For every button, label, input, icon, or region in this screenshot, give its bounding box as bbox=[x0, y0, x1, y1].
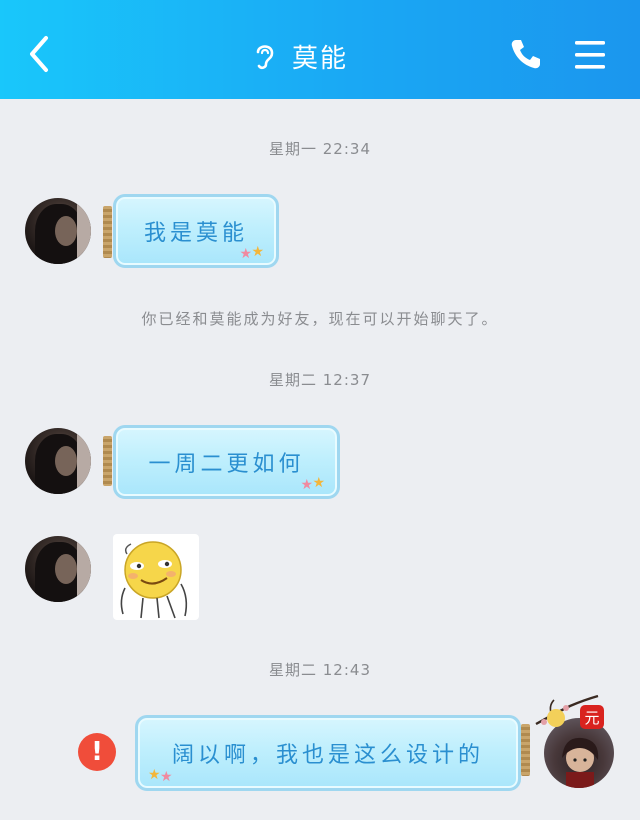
timestamp: 星期一 22:34 bbox=[269, 140, 371, 158]
message-text: 阔以啊，我也是这么设计的 bbox=[171, 743, 484, 768]
message-bubble-self[interactable]: 阔以啊，我也是这么设计的 ★ ★ bbox=[135, 715, 521, 791]
message-text: 一周二更如何 bbox=[148, 452, 305, 477]
star-icon: ★ bbox=[239, 246, 256, 262]
laughing-face-icon bbox=[120, 541, 188, 619]
contact-avatar[interactable] bbox=[25, 428, 91, 494]
laughing-face-sticker[interactable] bbox=[113, 534, 199, 620]
contact-avatar[interactable] bbox=[25, 198, 91, 264]
ear-icon bbox=[256, 45, 274, 70]
bottle-cork bbox=[103, 436, 112, 486]
message-bubble[interactable]: 我是莫能 ★ ★ bbox=[113, 194, 279, 268]
contact-avatar[interactable] bbox=[25, 536, 91, 602]
message-bubble[interactable]: 一周二更如何 ★ ★ bbox=[113, 425, 340, 499]
star-icon: ★ bbox=[300, 477, 317, 493]
system-notice: 你已经和莫能成为好友，现在可以开始聊天了。 bbox=[141, 310, 499, 328]
avatar-badge: 元 bbox=[580, 705, 604, 729]
bottle-cork bbox=[521, 724, 530, 776]
phone-icon[interactable] bbox=[508, 36, 544, 72]
menu-icon[interactable] bbox=[572, 38, 608, 72]
star-icon: ★ bbox=[160, 769, 177, 785]
contact-name: 莫能 bbox=[292, 43, 349, 74]
message-text: 我是莫能 bbox=[143, 221, 248, 246]
bottle-cork bbox=[103, 206, 112, 258]
timestamp: 星期二 12:37 bbox=[269, 371, 371, 389]
chevron-left-icon[interactable] bbox=[22, 32, 58, 76]
timestamp: 星期二 12:43 bbox=[269, 661, 371, 679]
send-failed-icon[interactable]: ! bbox=[78, 733, 116, 771]
chat-title[interactable]: 莫能 bbox=[252, 36, 348, 76]
top-bar: 莫能 bbox=[0, 0, 640, 99]
